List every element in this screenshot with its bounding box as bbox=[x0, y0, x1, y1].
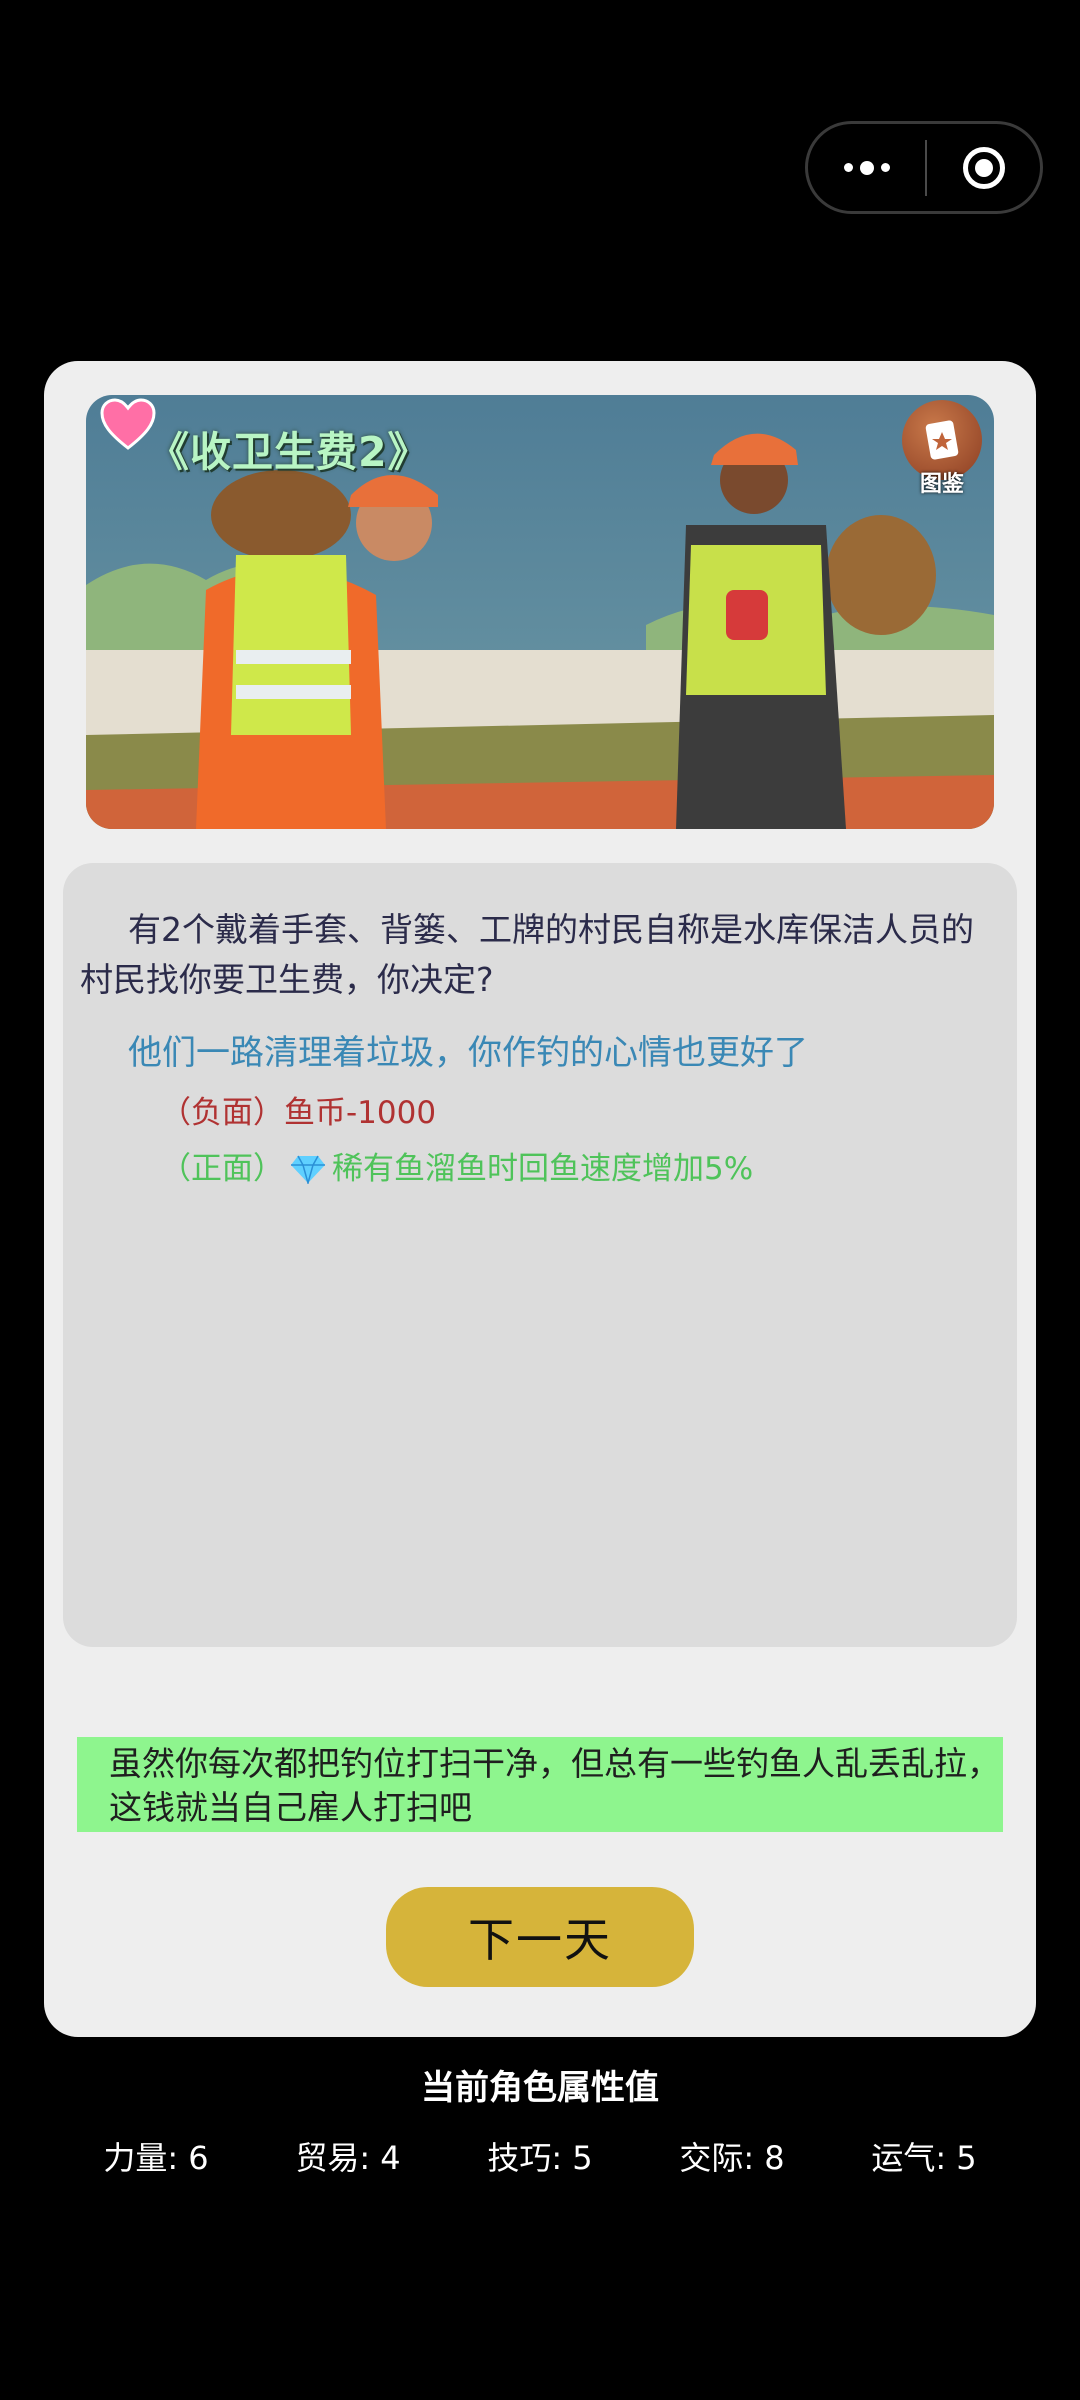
target-circle-icon bbox=[962, 146, 1005, 189]
choice-text: 虽然你每次都把钓位打扫干净，但总有一些钓鱼人乱丢乱拉，这钱就当自己雇人打扫吧 bbox=[77, 1737, 1003, 1832]
gem-icon bbox=[291, 1155, 325, 1184]
mini-program-capsule bbox=[805, 121, 1043, 214]
attribute-trade: 贸易: 4 bbox=[295, 2139, 401, 2177]
event-title: 《收卫生费2》 bbox=[148, 428, 430, 476]
album-label: 图鉴 bbox=[919, 472, 964, 497]
attribute-luck: 运气: 5 bbox=[871, 2139, 977, 2177]
positive-text: 稀有鱼溜鱼时回鱼速度增加5% bbox=[332, 1151, 754, 1187]
negative-text: 鱼币-1000 bbox=[284, 1095, 437, 1131]
ellipsis-icon bbox=[843, 160, 890, 175]
positive-effect: （正面） 稀有鱼溜鱼时回鱼速度增加5% bbox=[160, 1143, 753, 1188]
positive-tag: （正面） bbox=[160, 1151, 284, 1187]
negative-tag: （负面） bbox=[160, 1095, 284, 1131]
attribute-skill: 技巧: 5 bbox=[487, 2139, 593, 2177]
more-menu-button[interactable] bbox=[808, 124, 925, 211]
attribute-strength: 力量: 6 bbox=[103, 2139, 209, 2177]
attribute-social: 交际: 8 bbox=[679, 2139, 785, 2177]
album-button[interactable]: 图鉴 bbox=[900, 400, 984, 497]
attributes-row: 力量: 6 贸易: 4 技巧: 5 交际: 8 运气: 5 bbox=[0, 2133, 1080, 2179]
next-day-button[interactable]: 下一天 bbox=[386, 1887, 694, 1987]
event-result: 他们一路清理着垃圾，你作钓的心情也更好了 bbox=[128, 1033, 808, 1073]
attributes-title: 当前角色属性值 bbox=[421, 2068, 659, 2108]
negative-effect: （负面）鱼币-1000 bbox=[160, 1087, 436, 1132]
event-question: 有2个戴着手套、背篓、工牌的村民自称是水库保洁人员的村民找你要卫生费，你决定? bbox=[80, 910, 974, 999]
close-mini-program-button[interactable] bbox=[927, 124, 1040, 211]
